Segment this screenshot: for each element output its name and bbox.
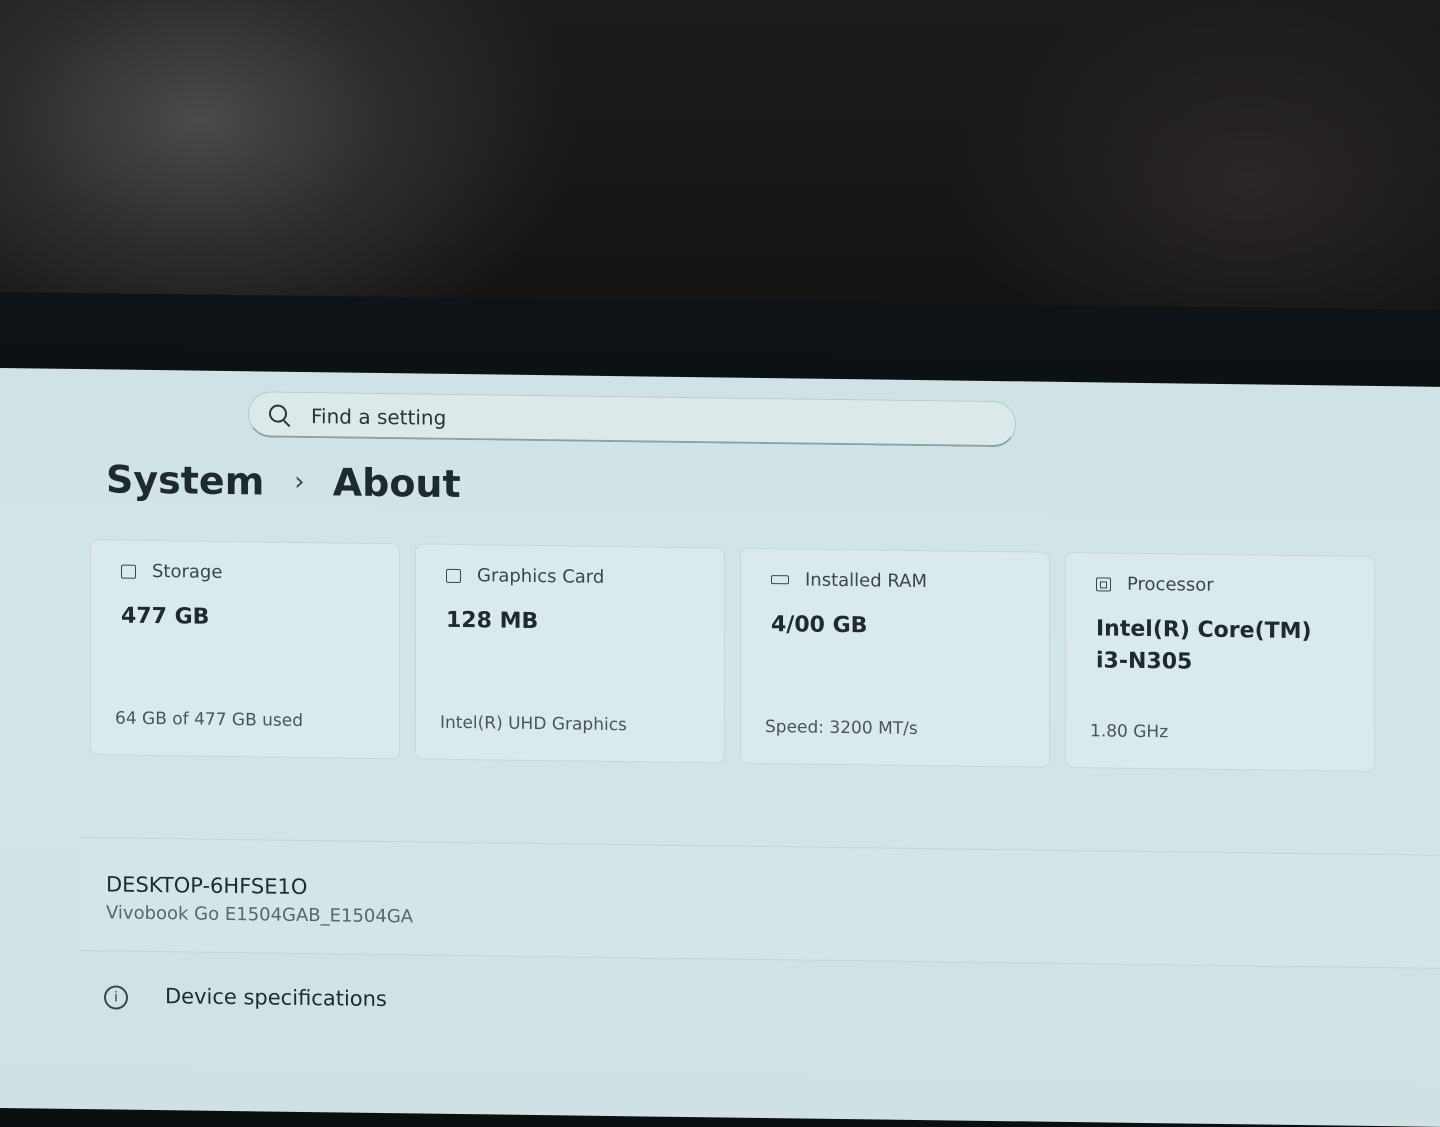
device-model: Vivobook Go E1504GAB_E1504GA	[106, 902, 414, 928]
card-header: Graphics Card	[446, 565, 604, 588]
card-label: Graphics Card	[477, 565, 605, 588]
info-icon: i	[104, 985, 128, 1010]
card-subtext: 1.80 GHz	[1090, 721, 1169, 743]
search-icon	[269, 404, 287, 423]
device-name: DESKTOP-6HFSE1O	[106, 872, 308, 900]
card-header: Processor	[1096, 573, 1214, 596]
card-header: Storage	[121, 561, 222, 583]
card-subtext: Intel(R) UHD Graphics	[440, 712, 627, 736]
card-subtext: Speed: 3200 MT/s	[765, 717, 918, 740]
page-title: About	[332, 460, 461, 507]
graphics-card-icon	[446, 568, 461, 583]
breadcrumb-system[interactable]: System	[106, 457, 264, 503]
storage-card[interactable]: Storage 477 GB 64 GB of 477 GB used	[90, 539, 400, 760]
device-info-panel[interactable]: DESKTOP-6HFSE1O Vivobook Go E1504GAB_E15…	[80, 837, 1440, 970]
card-label: Installed RAM	[805, 569, 928, 593]
ram-icon	[771, 575, 789, 585]
card-header: Installed RAM	[771, 569, 927, 592]
search-input[interactable]	[309, 401, 913, 439]
installed-ram-card[interactable]: Installed RAM 4/00 GB Speed: 3200 MT/s	[740, 547, 1050, 768]
breadcrumb: System › About	[106, 457, 461, 506]
device-specifications-header[interactable]: Device specifications	[165, 984, 387, 1011]
graphics-card-card[interactable]: Graphics Card 128 MB Intel(R) UHD Graphi…	[415, 543, 725, 764]
chevron-right-icon: ›	[294, 466, 305, 497]
processor-card[interactable]: Processor Intel(R) Core(TM) i3-N305 1.80…	[1065, 551, 1375, 772]
card-value: Intel(R) Core(TM) i3-N305	[1096, 616, 1312, 675]
card-value: 4/00 GB	[771, 612, 868, 639]
card-label: Processor	[1127, 573, 1214, 596]
processor-icon	[1096, 576, 1111, 592]
search-box[interactable]	[248, 391, 1016, 448]
storage-icon	[121, 564, 136, 579]
card-label: Storage	[152, 560, 223, 583]
settings-window: System › About Storage 477 GB 64 GB of 4…	[0, 368, 1440, 1127]
card-value: 477 GB	[121, 603, 210, 630]
card-value: 128 MB	[446, 607, 539, 635]
card-subtext: 64 GB of 477 GB used	[115, 708, 304, 731]
